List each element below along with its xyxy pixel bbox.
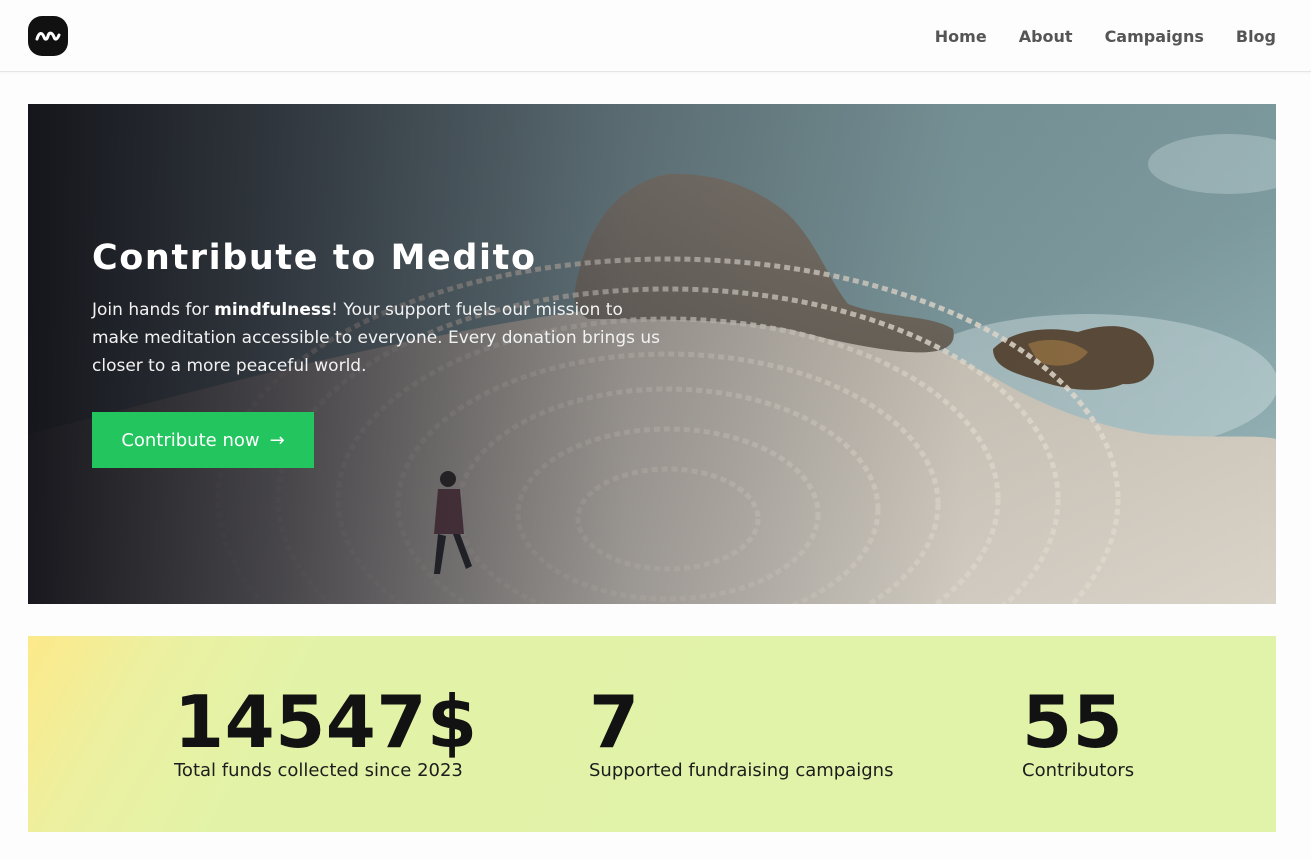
stat-value: 7 <box>589 680 640 764</box>
contribute-now-button[interactable]: Contribute now → <box>92 412 314 468</box>
nav-blog-link[interactable]: Blog <box>1236 27 1276 46</box>
hero-banner: Contribute to Medito Join hands for mind… <box>28 104 1276 604</box>
stat-campaigns: 7 Supported fundraising campaigns <box>589 686 893 781</box>
main-nav: Home About Campaigns Blog <box>935 0 1276 72</box>
hero-description: Join hands for mindfulness! Your support… <box>92 296 672 380</box>
nav-about-link[interactable]: About <box>1019 27 1073 46</box>
arrow-right-icon: → <box>269 429 285 451</box>
stat-total-funds: 14547$ Total funds collected since 2023 <box>174 686 478 781</box>
stat-value: 55 <box>1022 680 1124 764</box>
stat-contributors: 55 Contributors <box>1022 686 1134 781</box>
hero-title: Contribute to Medito <box>92 238 537 278</box>
medito-logo-icon[interactable] <box>28 16 68 56</box>
stat-label: Total funds collected since 2023 <box>174 760 463 781</box>
hero-text-bold: mindfulness <box>214 300 332 320</box>
stat-label: Supported fundraising campaigns <box>589 760 894 781</box>
nav-home-link[interactable]: Home <box>935 27 987 46</box>
stat-label: Contributors <box>1022 760 1135 781</box>
wave-logo-glyph <box>35 31 61 41</box>
hero-text-start: Join hands for <box>92 300 215 320</box>
stats-panel: 14547$ Total funds collected since 2023 … <box>28 636 1276 832</box>
nav-campaigns-link[interactable]: Campaigns <box>1105 27 1204 46</box>
stat-value: 14547$ <box>174 680 478 764</box>
contribute-now-label: Contribute now <box>121 429 260 451</box>
site-header: Home About Campaigns Blog <box>0 0 1311 72</box>
